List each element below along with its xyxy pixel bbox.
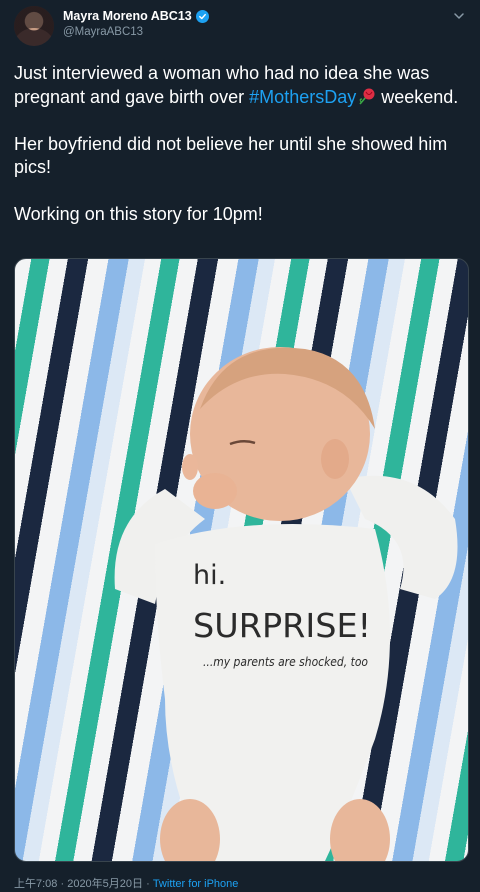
user-handle[interactable]: @MayraABC13 [63,26,143,38]
onesie-text-surprise: SURPRISE! [193,606,371,645]
tweet-paragraph-3: Working on this story for 10pm! [14,204,263,224]
baby-photo-illustration: hi. SURPRISE! ...my parents are shocked,… [114,347,458,861]
tweet-paragraph-2: Her boyfriend did not believe her until … [14,133,448,178]
tweet-text-part: weekend. [376,86,459,107]
chevron-down-icon[interactable] [452,9,466,23]
tweet-date[interactable]: 2020年5月20日 [67,878,143,890]
tweet-text: Just interviewed a woman who had no idea… [14,62,466,250]
display-name[interactable]: Mayra Moreno ABC13 [63,9,192,23]
tweet-time[interactable]: 上午7:08 [14,878,57,890]
verified-badge-icon [195,9,209,23]
rose-emoji-icon [359,88,375,105]
avatar[interactable] [14,6,54,46]
author-name-row[interactable]: Mayra Moreno ABC13 [63,9,209,23]
tweet-source-link[interactable]: Twitter for iPhone [153,878,239,890]
onesie-text-parents: ...my parents are shocked, too [203,654,368,669]
meta-separator: · [57,878,68,890]
tweet-paragraph-1: Just interviewed a woman who had no idea… [14,62,466,109]
meta-separator: · [143,878,153,890]
tweet-meta: 上午7:08 · 2020年5月20日 · Twitter for iPhone [14,875,238,891]
hashtag-link[interactable]: #MothersDay [249,87,356,107]
tweet-photo[interactable]: hi. SURPRISE! ...my parents are shocked,… [14,258,469,862]
onesie-text-hi: hi. [193,560,226,591]
